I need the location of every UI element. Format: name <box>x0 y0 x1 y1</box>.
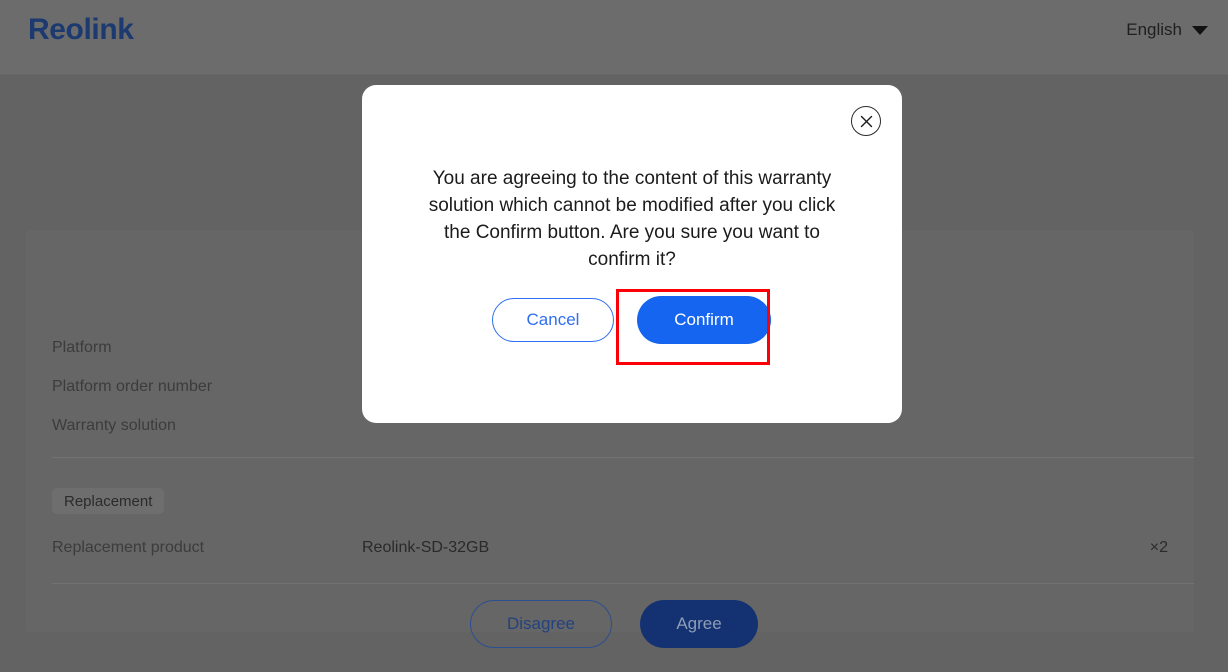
row-label-platform-order-number: Platform order number <box>52 377 213 395</box>
language-selector[interactable]: English <box>1126 17 1208 43</box>
row-value-replacement-product: Reolink-SD-32GB <box>362 538 490 556</box>
dialog-action-bar: Cancel Confirm <box>362 296 902 344</box>
divider <box>52 457 1194 458</box>
dialog-message: You are agreeing to the content of this … <box>428 168 836 270</box>
chevron-down-icon <box>1192 25 1208 35</box>
cancel-button[interactable]: Cancel <box>492 298 614 342</box>
row-quantity-replacement-product: ×2 <box>1149 538 1168 556</box>
site-header: Reolink English <box>0 0 1228 74</box>
row-label-replacement-product: Replacement product <box>52 538 205 556</box>
table-row: Replacement product Reolink-SD-32GB ×2 <box>52 528 1168 567</box>
confirm-warranty-dialog: You are agreeing to the content of this … <box>362 85 902 423</box>
confirm-button[interactable]: Confirm <box>637 296 771 344</box>
reolink-logo: Reolink <box>28 13 134 46</box>
page-action-bar: Disagree Agree <box>0 600 1228 648</box>
disagree-button[interactable]: Disagree <box>470 600 612 648</box>
confirm-button-wrapper: Confirm <box>636 296 772 344</box>
divider <box>52 583 1194 584</box>
agree-button[interactable]: Agree <box>640 600 758 648</box>
app-root: Reolink English Platform Platform order … <box>0 0 1228 672</box>
status-badge: Replacement <box>52 488 165 514</box>
row-label-warranty-solution: Warranty solution <box>52 416 176 434</box>
language-label: English <box>1126 20 1182 39</box>
close-icon[interactable] <box>851 106 881 136</box>
row-label-platform: Platform <box>52 338 112 356</box>
